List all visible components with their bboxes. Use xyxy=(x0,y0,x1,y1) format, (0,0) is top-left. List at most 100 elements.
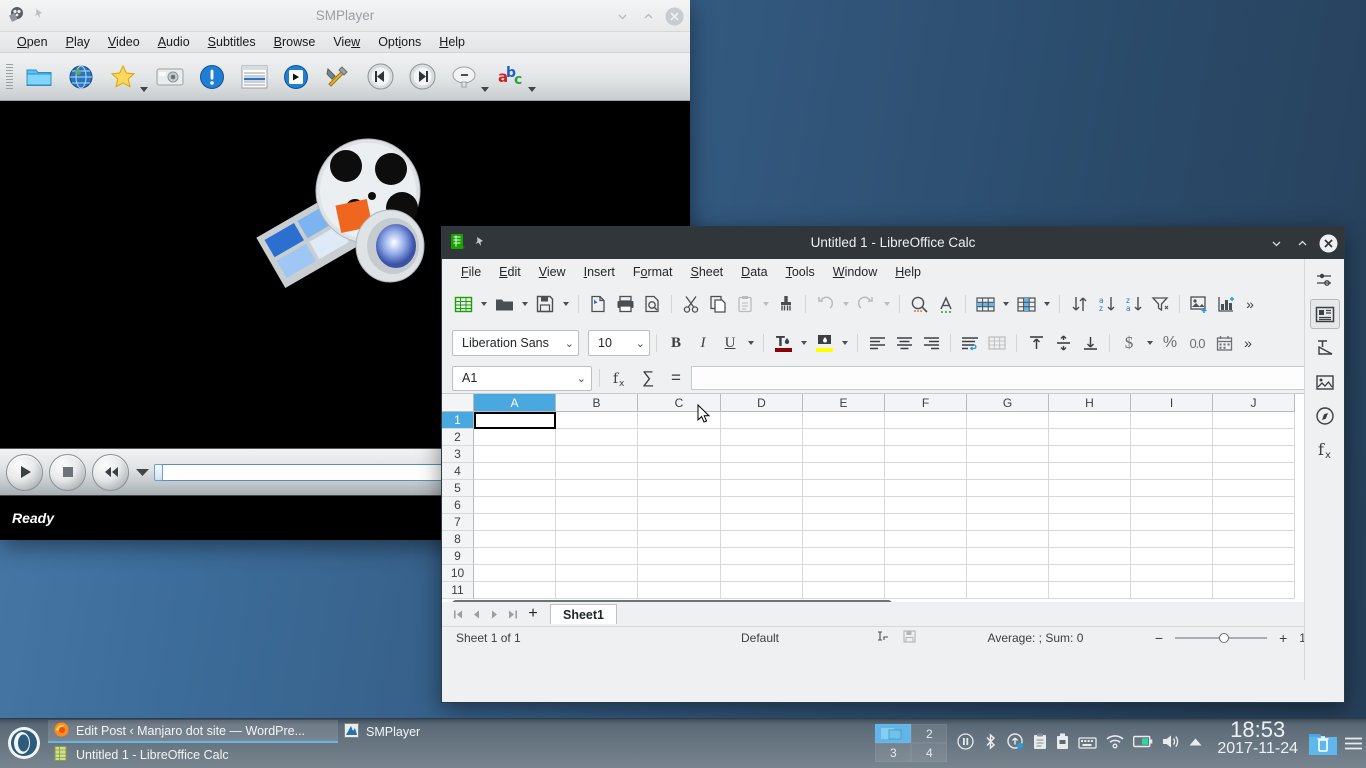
cell-c8[interactable] xyxy=(638,531,721,548)
dvd-icon[interactable] xyxy=(276,57,316,97)
previous-icon[interactable] xyxy=(360,57,400,97)
task-firefox[interactable]: Edit Post ‹ Manjaro dot site — WordPre..… xyxy=(48,720,338,743)
stop-button[interactable] xyxy=(49,453,86,491)
sidebar-settings-icon[interactable] xyxy=(1310,265,1340,295)
cell-b2[interactable] xyxy=(556,429,638,446)
cell-b10[interactable] xyxy=(556,565,638,582)
undo-icon[interactable] xyxy=(812,291,838,317)
menu-insert[interactable]: Insert xyxy=(575,260,624,284)
row-header-10[interactable]: 10 xyxy=(442,565,474,582)
cell-j8[interactable] xyxy=(1213,531,1295,548)
underline-button[interactable]: U xyxy=(717,330,743,356)
highlight-color-dropdown-icon[interactable] xyxy=(838,330,851,356)
audio-track-icon[interactable] xyxy=(444,57,484,97)
previous-sheet-button[interactable] xyxy=(468,604,484,624)
cell-a4[interactable] xyxy=(474,463,556,480)
speed-menu-button[interactable] xyxy=(135,467,150,477)
cell-d11[interactable] xyxy=(721,582,803,599)
toolbar-grip[interactable] xyxy=(6,63,13,90)
cell-h3[interactable] xyxy=(1049,446,1131,463)
cell-b9[interactable] xyxy=(556,548,638,565)
redo-icon[interactable] xyxy=(853,291,879,317)
cell-h5[interactable] xyxy=(1049,480,1131,497)
last-sheet-button[interactable] xyxy=(504,604,520,624)
cell-j2[interactable] xyxy=(1213,429,1295,446)
cell-j9[interactable] xyxy=(1213,548,1295,565)
cell-j10[interactable] xyxy=(1213,565,1295,582)
row-header-5[interactable]: 5 xyxy=(442,480,474,497)
clone-formatting-icon[interactable] xyxy=(773,291,799,317)
cell-b3[interactable] xyxy=(556,446,638,463)
cell-c4[interactable] xyxy=(638,463,721,480)
cell-h7[interactable] xyxy=(1049,514,1131,531)
italic-button[interactable]: I xyxy=(690,330,716,356)
currency-format-button[interactable]: $ xyxy=(1116,330,1142,356)
zoom-out-button[interactable]: − xyxy=(1149,630,1169,646)
first-sheet-button[interactable] xyxy=(450,604,466,624)
currency-dropdown-icon[interactable] xyxy=(1143,330,1156,356)
cell-e3[interactable] xyxy=(803,446,885,463)
cell-f8[interactable] xyxy=(885,531,967,548)
row-header-9[interactable]: 9 xyxy=(442,548,474,565)
menu-view[interactable]: View xyxy=(530,260,575,284)
cell-b5[interactable] xyxy=(556,480,638,497)
cell-h11[interactable] xyxy=(1049,582,1131,599)
column-dropdown-icon[interactable] xyxy=(1040,291,1053,317)
cell-c2[interactable] xyxy=(638,429,721,446)
toolbar-overflow-icon[interactable]: » xyxy=(1240,296,1260,312)
next-icon[interactable] xyxy=(402,57,442,97)
cell-h6[interactable] xyxy=(1049,497,1131,514)
cell-j3[interactable] xyxy=(1213,446,1295,463)
row-header-11[interactable]: 11 xyxy=(442,582,474,599)
cell-g4[interactable] xyxy=(967,463,1049,480)
selection-mode-icon[interactable] xyxy=(870,630,897,645)
select-all-corner[interactable] xyxy=(442,394,474,412)
cell-i3[interactable] xyxy=(1131,446,1213,463)
cell-e11[interactable] xyxy=(803,582,885,599)
center-vertically-button[interactable] xyxy=(1050,330,1076,356)
pin-icon[interactable] xyxy=(33,8,45,23)
name-box[interactable]: A1 ⌄ xyxy=(452,365,592,391)
row-dropdown-icon[interactable] xyxy=(999,291,1012,317)
column-header-h[interactable]: H xyxy=(1049,394,1131,412)
task-libreoffice-calc[interactable]: Untitled 1 - LibreOffice Calc xyxy=(48,743,338,766)
task-smplayer[interactable]: SMPlayer xyxy=(338,720,628,743)
underline-dropdown-icon[interactable] xyxy=(744,330,757,356)
column-header-j[interactable]: J xyxy=(1213,394,1295,412)
cell-a5[interactable] xyxy=(474,480,556,497)
cell-d7[interactable] xyxy=(721,514,803,531)
open-icon[interactable] xyxy=(491,291,517,317)
sheet-tab-sheet1[interactable]: Sheet1 xyxy=(550,604,617,624)
row-header-1[interactable]: 1 xyxy=(442,412,474,429)
minimize-button[interactable] xyxy=(1266,233,1286,253)
manjaro-launcher-icon[interactable] xyxy=(0,718,48,768)
column-header-d[interactable]: D xyxy=(721,394,803,412)
cell-d4[interactable] xyxy=(721,463,803,480)
desktop-2-button[interactable]: 2 xyxy=(911,724,948,743)
menu-edit[interactable]: Edit xyxy=(490,260,530,284)
cell-b8[interactable] xyxy=(556,531,638,548)
menu-audio[interactable]: Audio xyxy=(149,32,199,52)
pin-icon[interactable] xyxy=(474,236,486,251)
formula-input[interactable] xyxy=(691,366,1318,390)
save-icon[interactable] xyxy=(532,291,558,317)
bold-button[interactable]: B xyxy=(663,330,689,356)
removable-device-icon[interactable] xyxy=(1056,733,1069,753)
zoom-slider[interactable] xyxy=(1175,631,1268,645)
menu-tools[interactable]: Tools xyxy=(777,260,824,284)
media-pause-icon[interactable] xyxy=(957,733,974,753)
cell-f11[interactable] xyxy=(885,582,967,599)
cell-j1[interactable] xyxy=(1213,412,1295,429)
number-format-button[interactable]: 0.0 xyxy=(1184,330,1210,356)
print-icon[interactable] xyxy=(612,291,638,317)
cell-i1[interactable] xyxy=(1131,412,1213,429)
screenshot-icon[interactable] xyxy=(150,57,190,97)
cell-e5[interactable] xyxy=(803,480,885,497)
row-header-3[interactable]: 3 xyxy=(442,446,474,463)
cell-f2[interactable] xyxy=(885,429,967,446)
menu-format[interactable]: Format xyxy=(624,260,682,284)
cell-i10[interactable] xyxy=(1131,565,1213,582)
bluetooth-icon[interactable] xyxy=(983,733,998,753)
cell-h9[interactable] xyxy=(1049,548,1131,565)
column-header-i[interactable]: I xyxy=(1131,394,1213,412)
